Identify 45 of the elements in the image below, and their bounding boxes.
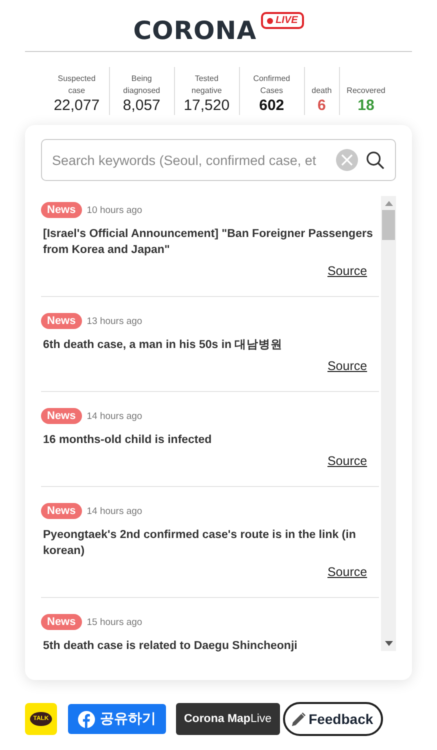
live-badge: LIVE [260,12,304,29]
search-bar[interactable]: Search keywords (Seoul, confirmed case, et [41,139,396,181]
site-title: CORONA [133,16,257,46]
facebook-icon [78,710,95,728]
stat-label: Confirmed Cases [252,73,292,97]
scrollbar[interactable] [381,196,396,651]
feedback-button[interactable]: Feedback [282,702,384,736]
scroll-thumb[interactable] [382,210,396,240]
stat-label: Being diagnosed [122,73,162,97]
stat-value: 18 [358,97,374,115]
stat-value: 8,057 [122,97,160,115]
source-link[interactable]: Source [327,454,368,468]
stat-label: Suspected case [56,73,97,97]
news-time: 13 hours ago [86,316,142,326]
news-tag: News [41,408,82,424]
stat-label: Recovered [346,85,386,97]
news-headline[interactable]: 6th death case, a man in his 50s in 대남병원 [41,337,380,353]
stat-value: 17,520 [184,97,230,115]
stat-value: 22,077 [54,97,100,115]
news-tag: News [41,503,82,519]
news-headline[interactable]: 16 months-old child is infected [41,432,380,448]
news-time: 14 hours ago [86,410,142,422]
stat-value: 602 [259,97,284,115]
clear-icon[interactable] [336,149,358,171]
source-link[interactable]: Source [327,565,368,579]
news-time: 10 hours ago [86,204,142,216]
news-tag: News [41,202,82,218]
corona-map-button[interactable]: Corona MapLive [176,703,280,735]
source-link[interactable]: Source [327,359,368,373]
pencil-icon [290,712,306,726]
news-time: 14 hours ago [86,506,142,516]
news-tag: News [41,614,82,630]
news-tag: News [41,313,82,329]
stat-label: Tested negative [190,73,223,97]
stat-value: 6 [317,97,326,115]
scroll-up-icon[interactable] [384,201,393,206]
news-headline[interactable]: [Israel's Official Announcement] "Ban Foreigner Passengers from Korea and Japan" [41,226,380,258]
share-button[interactable]: 공유하기 [68,704,166,734]
news-headline[interactable]: Pyeongtaek's 2nd confirmed case's route is in the link (in korean) [41,527,380,559]
news-time: 15 hours ago [86,616,142,628]
search-icon[interactable] [366,150,385,170]
news-headline[interactable]: 5th death case is related to Daegu Shincheonji [41,638,380,654]
stat-label: death [312,85,332,97]
scroll-down-icon[interactable] [384,641,393,646]
source-link[interactable]: Source [327,264,368,278]
